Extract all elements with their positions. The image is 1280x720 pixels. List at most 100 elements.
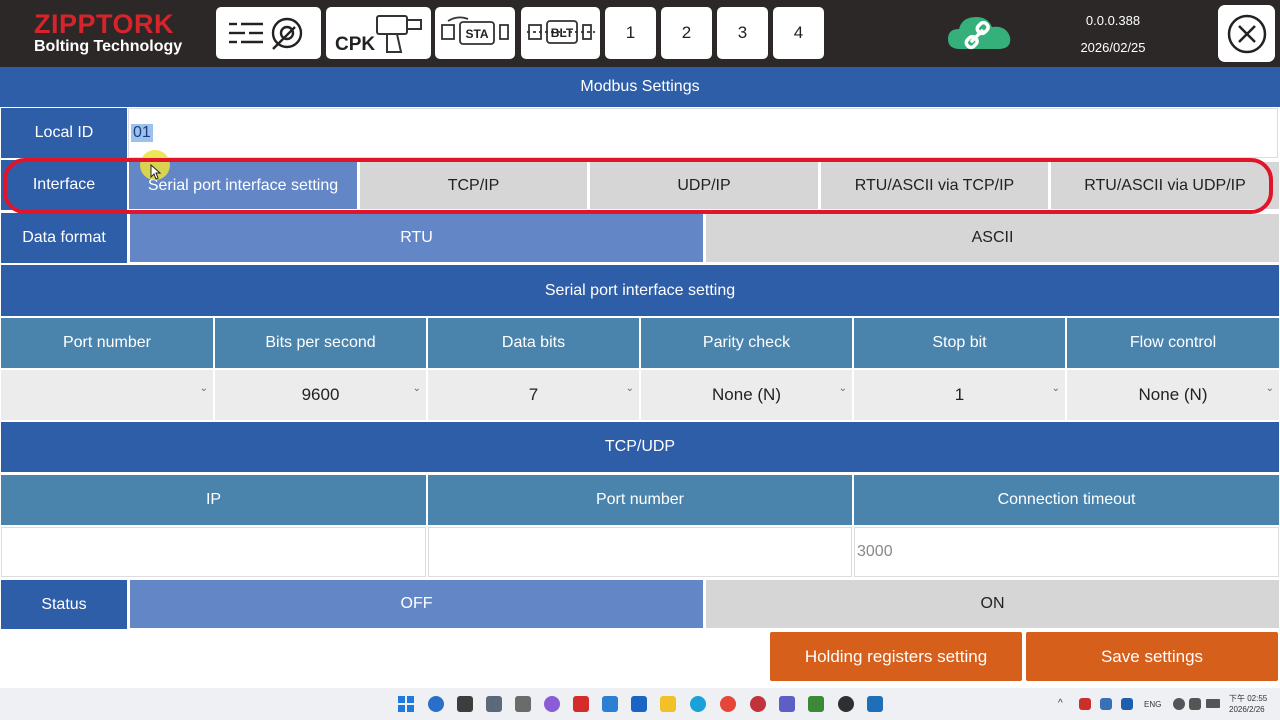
edge-browser-icon[interactable] (690, 696, 706, 712)
github-icon[interactable] (838, 696, 854, 712)
mail-app-icon[interactable] (750, 696, 766, 712)
language-indicator[interactable]: ENG (1144, 700, 1161, 709)
tcpudp-col-ip: IP (1, 475, 426, 525)
volume-icon[interactable] (1189, 698, 1201, 710)
serial-col-flow-control: Flow control (1067, 318, 1279, 368)
settings-list-wrench-icon (228, 17, 302, 50)
top-toolbar: ZIPPTORK Bolting Technology CPK STA BLT … (0, 0, 1280, 67)
tab-1-button[interactable]: 1 (605, 7, 656, 59)
file-explorer-icon[interactable] (660, 696, 676, 712)
bits-per-second-value: 9600 (301, 385, 340, 404)
tcpudp-col-connection-timeout: Connection timeout (854, 475, 1279, 525)
data-format-label: Data format (1, 213, 127, 263)
local-id-value: 01 (131, 124, 153, 142)
close-button[interactable] (1218, 5, 1275, 62)
connection-timeout-input[interactable]: 3000 (854, 527, 1279, 577)
data-format-option-rtu[interactable]: RTU (130, 214, 703, 262)
tab-2-button[interactable]: 2 (661, 7, 712, 59)
clock-time[interactable]: 下午 02:55 (1229, 693, 1267, 704)
save-settings-button[interactable]: Save settings (1026, 632, 1278, 681)
cpk-label: CPK (335, 34, 375, 55)
serial-col-stop-bit: Stop bit (854, 318, 1065, 368)
data-bits-value: 7 (528, 385, 539, 404)
serial-section-title: Serial port interface setting (1, 265, 1279, 316)
remote-app-icon[interactable] (867, 696, 883, 712)
cpk-button[interactable]: CPK (326, 7, 431, 59)
flow-control-value: None (N) (1138, 385, 1208, 404)
data-bits-select[interactable]: 7 ⌄ (428, 370, 639, 420)
red-app-icon[interactable] (573, 696, 589, 712)
interface-label: Interface (1, 160, 127, 210)
notepad-icon[interactable] (808, 696, 824, 712)
clock-date[interactable]: 2026/2/26 (1229, 705, 1265, 714)
tab-2-label: 2 (681, 23, 692, 42)
tab-1-label: 1 (625, 23, 636, 42)
flow-control-select[interactable]: None (N) ⌄ (1067, 370, 1279, 420)
tab-3-button[interactable]: 3 (717, 7, 768, 59)
local-id-label: Local ID (1, 108, 127, 158)
cpk-tool-icon: CPK (335, 15, 422, 55)
copilot-icon[interactable] (544, 696, 560, 712)
sta-button[interactable]: STA (435, 7, 515, 59)
interface-option-udpip[interactable]: UDP/IP (590, 162, 818, 209)
parity-check-select[interactable]: None (N) ⌄ (641, 370, 852, 420)
bits-per-second-select[interactable]: 9600 ⌄ (215, 370, 426, 420)
tab-4-button[interactable]: 4 (773, 7, 824, 59)
chevron-down-icon: ⌄ (1265, 383, 1274, 394)
wifi-icon[interactable] (1173, 698, 1185, 710)
tray-chevron-up-icon[interactable]: ^ (1058, 698, 1063, 709)
data-format-option-ascii[interactable]: ASCII (706, 214, 1279, 262)
port-number-select[interactable]: ⌄ (1, 370, 213, 420)
modbus-settings-title: Modbus Settings (0, 67, 1280, 107)
status-option-on[interactable]: ON (706, 580, 1279, 628)
tab-4-label: 4 (793, 23, 804, 42)
tcpudp-col-port-number: Port number (428, 475, 852, 525)
blt-label: BLT (550, 26, 573, 40)
parity-check-value: None (N) (712, 385, 781, 404)
photos-icon[interactable] (602, 696, 618, 712)
tray-display-icon[interactable] (1121, 698, 1133, 710)
tray-cloud-icon[interactable] (1100, 698, 1112, 710)
cloud-link-icon[interactable] (944, 11, 1016, 59)
os-taskbar: ^ ENG 下午 02:55 2026/2/26 (0, 688, 1280, 720)
sta-icon: STA (441, 16, 509, 45)
status-option-off[interactable]: OFF (130, 580, 703, 628)
app-grid-icon[interactable] (515, 696, 531, 712)
outlook-icon[interactable] (631, 696, 647, 712)
serial-col-data-bits: Data bits (428, 318, 639, 368)
holding-registers-button[interactable]: Holding registers setting (770, 632, 1022, 681)
chevron-down-icon: ⌄ (625, 383, 634, 394)
tab-3-label: 3 (737, 23, 748, 42)
serial-col-port-number: Port number (1, 318, 213, 368)
interface-option-tcpip[interactable]: TCP/IP (360, 162, 587, 209)
tcpudp-section-title: TCP/UDP (1, 422, 1279, 472)
brand-tagline: Bolting Technology (34, 38, 183, 55)
blt-icon: BLT (526, 20, 595, 44)
tray-app-icon[interactable] (1079, 698, 1091, 710)
local-id-input[interactable]: 01 (128, 108, 1278, 158)
battery-icon[interactable] (1206, 699, 1220, 708)
chevron-down-icon: ⌄ (1051, 383, 1060, 394)
blt-button[interactable]: BLT (521, 7, 600, 59)
settings-tool-button[interactable] (216, 7, 321, 59)
chevron-down-icon: ⌄ (199, 383, 208, 394)
status-label: Status (1, 580, 127, 629)
chevron-down-icon: ⌄ (412, 383, 421, 394)
stop-bit-select[interactable]: 1 ⌄ (854, 370, 1065, 420)
ip-input[interactable] (1, 527, 426, 577)
date-text: 2026/02/25 (1080, 40, 1146, 55)
stop-bit-value: 1 (954, 385, 965, 404)
interface-option-rtu-ascii-tcp[interactable]: RTU/ASCII via TCP/IP (821, 162, 1048, 209)
brand-logo: ZIPPTORK Bolting Technology (34, 11, 182, 56)
tcp-port-input[interactable] (428, 527, 852, 577)
chrome-browser-icon[interactable] (720, 696, 736, 712)
calculator-icon[interactable] (486, 696, 502, 712)
teams-icon[interactable] (779, 696, 795, 712)
search-icon[interactable] (428, 696, 444, 712)
serial-col-bits-per-second: Bits per second (215, 318, 426, 368)
close-icon (1227, 14, 1266, 53)
brand-name: ZIPPTORK (34, 9, 175, 39)
windows-start-icon[interactable] (398, 696, 414, 712)
interface-option-rtu-ascii-udp[interactable]: RTU/ASCII via UDP/IP (1051, 162, 1279, 209)
task-view-icon[interactable] (457, 696, 473, 712)
